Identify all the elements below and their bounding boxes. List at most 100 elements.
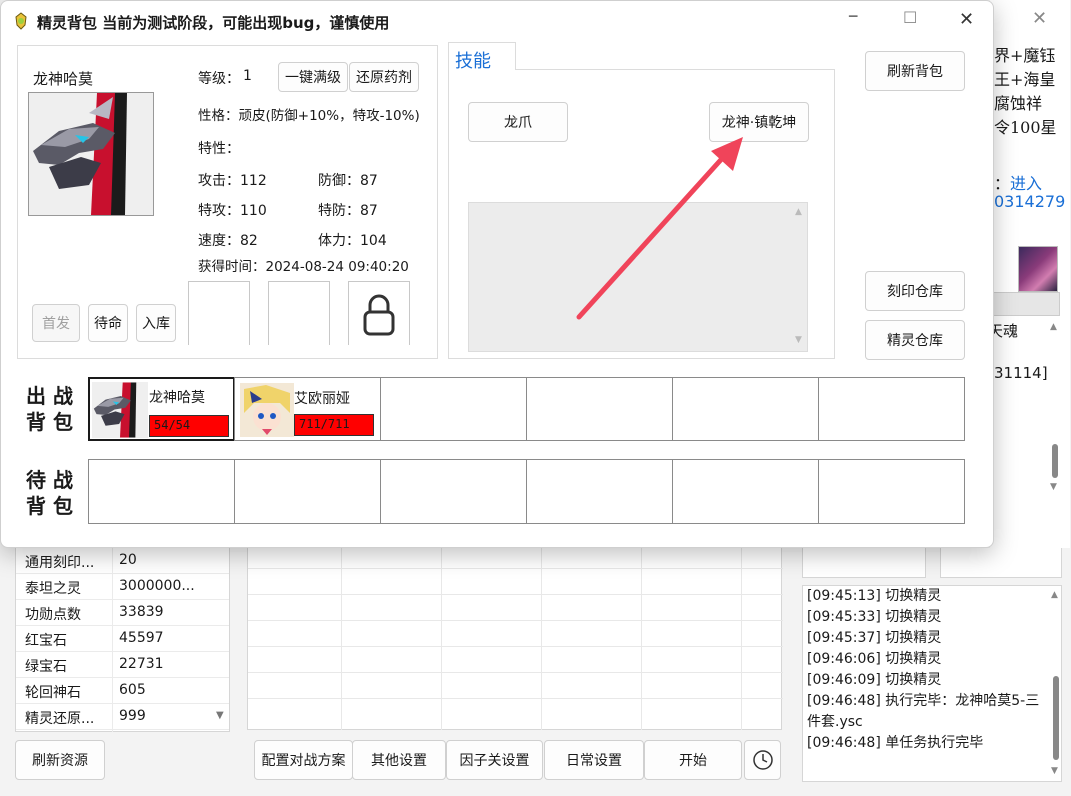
standby-slot-1[interactable] [88, 459, 235, 524]
level-label: 等级： [198, 71, 240, 87]
resource-row[interactable]: 功勋点数 33839 [16, 600, 229, 626]
start-button[interactable]: 开始 [644, 740, 742, 780]
maximize-icon[interactable]: ☐ [903, 8, 917, 27]
hp-stat: 体力：104 [318, 233, 387, 249]
resource-row[interactable]: 通用刻印... 20 [16, 548, 229, 574]
skill-desc-scroll-up-icon[interactable]: ▲ [795, 207, 802, 217]
bg-scroll-down-icon[interactable]: ▼ [1050, 482, 1057, 492]
store-button[interactable]: 入库 [136, 304, 176, 342]
bg-id-text: 31114] [994, 364, 1048, 382]
log-scrollbar-thumb[interactable] [1053, 676, 1059, 760]
log-scroll-up-icon[interactable]: ▲ [1051, 590, 1058, 600]
log-line: [09:45:33] 切换精灵 [807, 609, 942, 625]
config-battle-plan-button[interactable]: 配置对战方案 [254, 740, 353, 780]
battle-slot-2[interactable]: 艾欧丽娅 711/711 [234, 377, 381, 441]
bg-scroll-up-icon[interactable]: ▲ [1050, 322, 1057, 332]
refresh-resources-button[interactable]: 刷新资源 [15, 740, 105, 780]
resource-row[interactable]: 轮回神石 605 [16, 678, 229, 704]
daily-settings-button[interactable]: 日常设置 [544, 740, 644, 780]
obtained-time: 获得时间：2024-08-24 09:40:20 [198, 259, 409, 275]
factor-level-settings-button[interactable]: 因子关设置 [446, 740, 543, 780]
log-line: [09:46:48] 单任务执行完毕 [807, 735, 984, 751]
battle-slot-2-portrait [240, 383, 294, 437]
trait-text: 特性： [198, 141, 240, 157]
bg-close-icon[interactable]: ✕ [1032, 8, 1047, 29]
close-icon[interactable]: ✕ [959, 9, 974, 30]
pet-info-group: 龙神哈莫 等级： 1 一键满级 还原药剂 性格：顽皮(防御+10%，特攻-10%… [17, 45, 438, 359]
other-settings-button[interactable]: 其他设置 [352, 740, 446, 780]
restore-potion-button[interactable]: 还原药剂 [349, 62, 419, 92]
sp-defense-stat: 特防：87 [318, 203, 378, 219]
standby-slot-5[interactable] [672, 459, 819, 524]
first-button[interactable]: 首发 [32, 304, 80, 342]
bg-info-text: 界+魔钰 王+海皇 腐蚀祥 令100星 [994, 46, 1057, 137]
log-scroll-down-icon[interactable]: ▼ [1051, 766, 1058, 776]
battle-slot-5[interactable] [672, 377, 819, 441]
pet-portrait [28, 92, 154, 216]
defense-stat: 防御：87 [318, 173, 378, 189]
battle-slot-1-portrait [92, 382, 148, 438]
battle-slot-1[interactable]: 龙神哈莫 54/54 [88, 377, 235, 441]
minimize-icon[interactable]: ─ [849, 9, 857, 25]
pet-bag-dialog: 精灵背包 当前为测试阶段，可能出现bug，谨慎使用 ─ ☐ ✕ 龙神哈莫 等级：… [0, 0, 994, 548]
resource-table: 通用刻印... 20 泰坦之灵 3000000... 功勋点数 33839 红宝石 45… [15, 548, 230, 732]
app-icon [11, 11, 31, 31]
skill-button-dragon-claw[interactable]: 龙爪 [468, 102, 568, 142]
bg-avatar-strip [990, 292, 1060, 316]
sp-attack-stat: 特攻：110 [198, 203, 267, 219]
log-line: [09:46:06] 切换精灵 [807, 651, 942, 667]
skill-desc-scroll-down-icon[interactable]: ▼ [795, 335, 802, 345]
item-slot[interactable] [268, 281, 330, 345]
level-value: 1 [243, 68, 252, 84]
standby-slot-4[interactable] [526, 459, 673, 524]
item-slot[interactable] [188, 281, 250, 345]
battle-slot-2-hp: 711/711 [299, 417, 350, 431]
standby-slot-2[interactable] [234, 459, 381, 524]
resource-column-divider [112, 548, 113, 732]
resource-row[interactable]: 红宝石 45597 [16, 626, 229, 652]
battle-slot-3[interactable] [380, 377, 527, 441]
bg-scrollbar-thumb[interactable] [1052, 444, 1058, 478]
standby-slot-6[interactable] [818, 459, 965, 524]
resource-row[interactable]: 泰坦之灵 3000000... [16, 574, 229, 600]
battle-slot-2-hp-bar: 711/711 [294, 414, 374, 436]
log-line: [09:45:37] 切换精灵 [807, 630, 942, 646]
window-title: 精灵背包 当前为测试阶段，可能出现bug，谨慎使用 [37, 14, 390, 32]
imprint-storage-button[interactable]: 刻印仓库 [865, 271, 965, 311]
annotation-arrow-icon [576, 137, 743, 320]
battle-slot-4[interactable] [526, 377, 673, 441]
log-line: [09:45:13] 切换精灵 [807, 588, 942, 604]
bg-grid-area [247, 548, 783, 730]
battle-slot-1-hp: 54/54 [154, 418, 191, 432]
log-panel: [09:45:13] 切换精灵 [09:45:33] 切换精灵 [09:45:3… [802, 585, 1062, 782]
battle-slot-1-name: 龙神哈莫 [149, 390, 205, 406]
resource-scroll-down-icon[interactable]: ▼ [216, 710, 224, 721]
pet-name: 龙神哈莫 [33, 70, 94, 88]
max-level-button[interactable]: 一键满级 [278, 62, 348, 92]
tab-skills-label: 技能 [455, 51, 491, 72]
standby-button[interactable]: 待命 [88, 304, 128, 342]
refresh-bag-button[interactable]: 刷新背包 [865, 51, 965, 91]
tab-skills[interactable]: 技能 [448, 42, 516, 72]
standby-slot-3[interactable] [380, 459, 527, 524]
battle-bag-label: 出 战 背 包 [26, 384, 73, 434]
bg-right-info-panel: ✕ 界+魔钰 王+海皇 腐蚀祥 令100星 道：进入 0314279 天魂 31… [978, 0, 1070, 548]
bg-link-row: 道：进入 [978, 170, 1042, 194]
log-line: 件套.ysc [807, 714, 863, 730]
bg-small-box-2 [940, 548, 1062, 578]
battle-slot-1-hp-bar: 54/54 [149, 415, 229, 437]
attack-stat: 攻击：112 [198, 173, 267, 189]
speed-stat: 速度：82 [198, 233, 258, 249]
item-slot-locked[interactable] [348, 281, 410, 345]
clock-icon[interactable] [744, 740, 781, 780]
pet-storage-button[interactable]: 精灵仓库 [865, 320, 965, 360]
resource-row[interactable]: 精灵还原... 999 [16, 704, 229, 730]
battle-slot-6[interactable] [818, 377, 965, 441]
log-line: [09:46:48] 执行完毕：龙神哈莫5-三 [807, 693, 1040, 709]
log-line: [09:46:09] 切换精灵 [807, 672, 942, 688]
bg-small-box-1 [802, 548, 926, 578]
resource-row[interactable]: 绿宝石 22731 [16, 652, 229, 678]
battle-slot-2-name: 艾欧丽娅 [294, 391, 350, 407]
bg-enter-link[interactable]: 进入 [1010, 174, 1042, 193]
bg-link-number[interactable]: 0314279 [994, 192, 1065, 211]
